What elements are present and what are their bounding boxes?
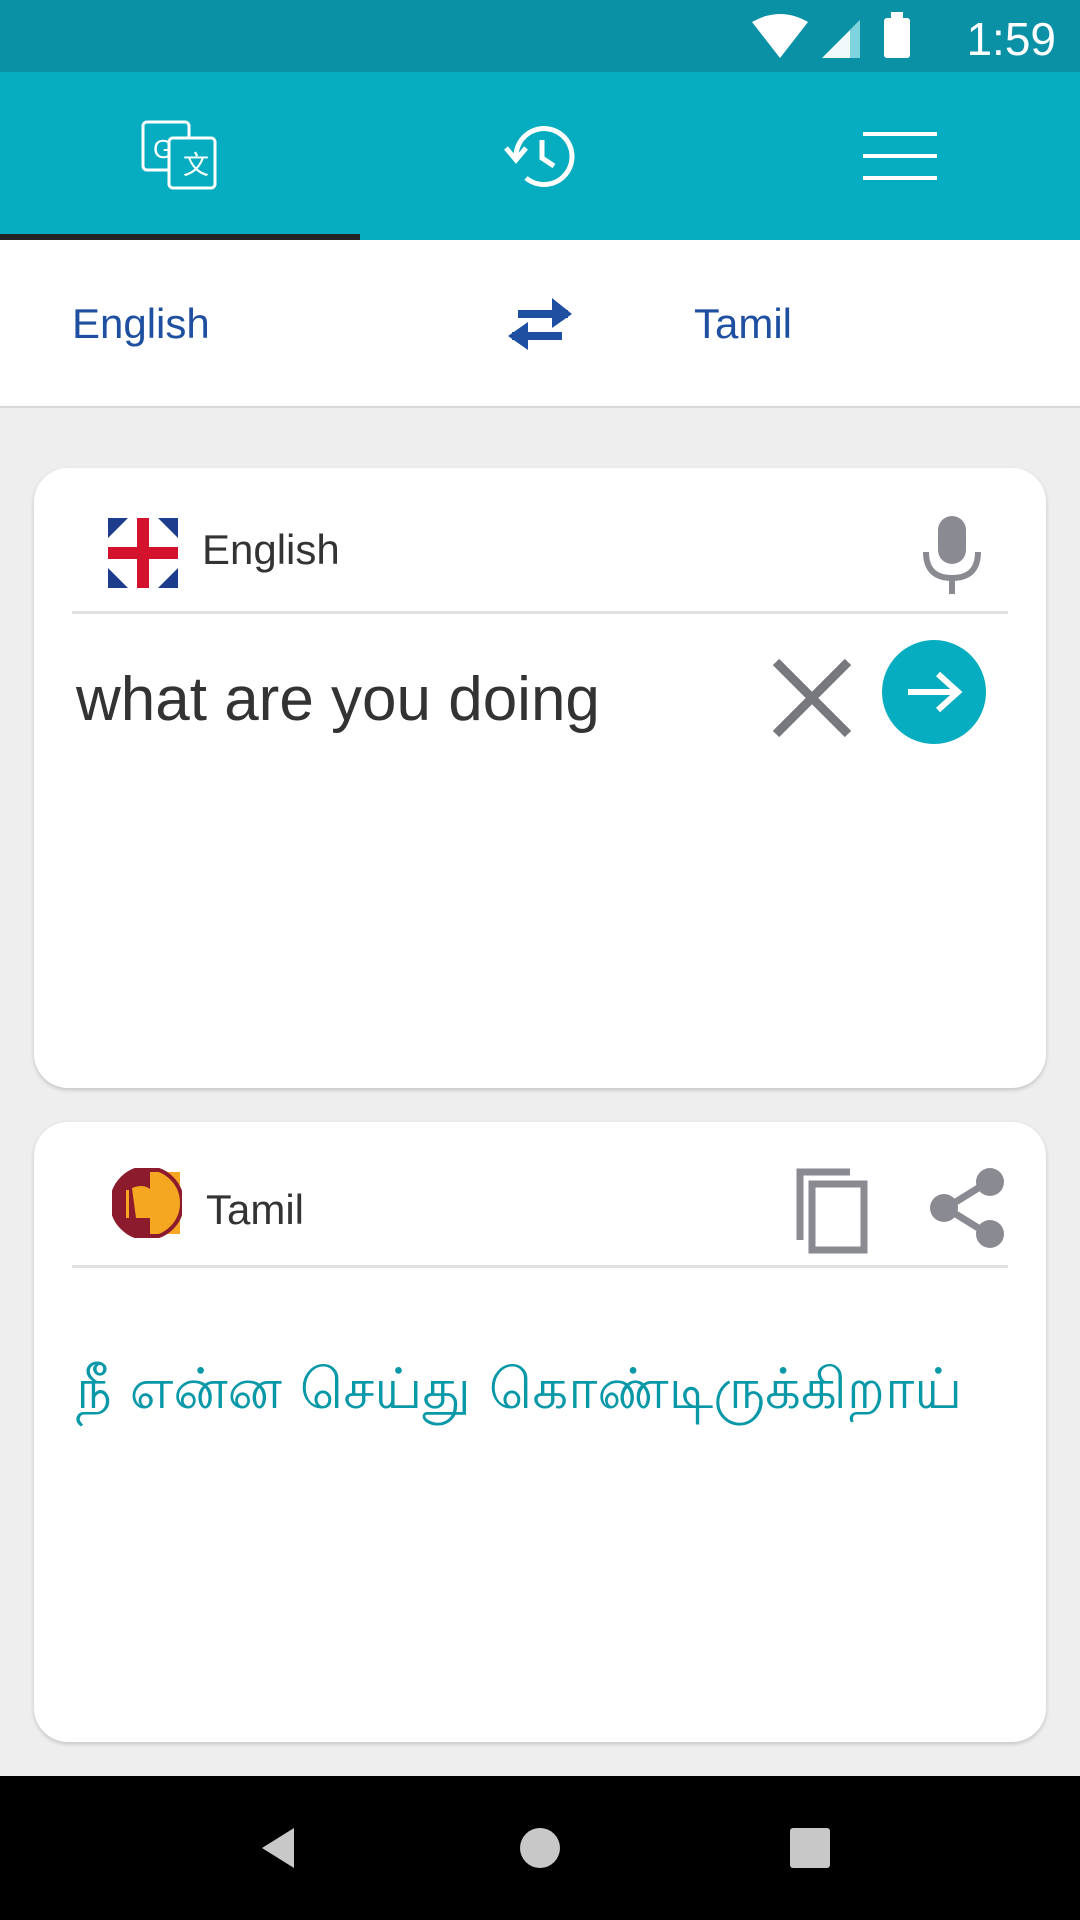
status-icons <box>752 12 910 58</box>
share-icon <box>930 1168 1004 1248</box>
translated-text: நீ என்ன செய்து கொண்டிருக்கிறாய் <box>76 1357 963 1422</box>
translate-submit-button[interactable] <box>882 640 986 744</box>
svg-text:文: 文 <box>183 150 209 180</box>
close-icon <box>772 658 852 738</box>
swap-languages-button[interactable] <box>500 288 580 360</box>
menu-icon <box>863 132 937 180</box>
language-bar: English Tamil <box>0 240 1080 408</box>
copy-button[interactable] <box>790 1166 870 1256</box>
swap-arrows-icon <box>508 298 572 350</box>
nav-recents-button[interactable] <box>778 1816 842 1880</box>
uk-flag-icon <box>108 518 178 588</box>
signal-icon <box>822 20 860 58</box>
translate-icon: G 文 <box>141 120 217 190</box>
output-language-label: Tamil <box>206 1186 305 1233</box>
tab-menu[interactable] <box>720 72 1080 240</box>
status-bar: 1:59 <box>0 0 1080 72</box>
back-icon <box>262 1828 294 1868</box>
microphone-button[interactable] <box>920 516 984 596</box>
recents-icon <box>790 1828 830 1868</box>
battery-icon <box>884 12 910 58</box>
source-text-input[interactable]: what are you doing <box>76 664 600 735</box>
sri-lanka-flag-icon <box>112 1168 182 1238</box>
share-button[interactable] <box>928 1166 1008 1250</box>
clear-text-button[interactable] <box>762 648 862 748</box>
tab-history[interactable] <box>360 72 720 240</box>
status-time: 1:59 <box>966 13 1056 65</box>
input-card-header: English <box>72 468 1008 614</box>
copy-icon <box>796 1168 868 1254</box>
output-card: Tamil நீ என்ன செய்து கொண்டிருக்கிறாய் <box>34 1122 1046 1742</box>
arrow-right-icon <box>908 671 963 713</box>
mic-icon <box>923 516 981 594</box>
source-language-selector[interactable]: English <box>72 240 210 408</box>
target-language-selector[interactable]: Tamil <box>694 240 792 408</box>
input-card: English what are you doing <box>34 468 1046 1088</box>
output-card-header: Tamil <box>72 1122 1008 1268</box>
history-icon <box>504 126 575 187</box>
tab-translate[interactable]: G 文 <box>0 72 360 240</box>
nav-home-button[interactable] <box>508 1816 572 1880</box>
app-bar: G 文 <box>0 72 1080 240</box>
input-language-label: English <box>202 526 340 573</box>
wifi-icon <box>752 14 808 58</box>
navigation-bar <box>0 1776 1080 1920</box>
nav-back-button[interactable] <box>246 1816 310 1880</box>
home-icon <box>520 1828 560 1868</box>
